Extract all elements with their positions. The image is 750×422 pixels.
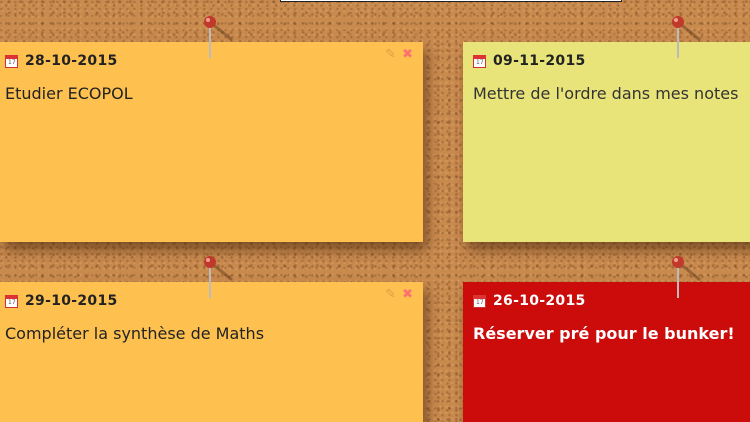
pencil-icon[interactable]: ✎ — [385, 48, 396, 62]
push-pin-icon — [672, 16, 701, 58]
sticky-note[interactable]: 28-10-2015 ✎ ✖ Etudier ECOPOL — [0, 42, 423, 242]
calendar-icon — [5, 54, 18, 68]
sticky-note[interactable]: 29-10-2015 ✎ ✖ Compléter la synthèse de … — [0, 282, 423, 422]
push-pin-icon — [204, 16, 233, 58]
note-text: Réserver pré pour le bunker! — [473, 324, 735, 343]
note-date-row: 29-10-2015 — [5, 293, 118, 309]
pencil-icon[interactable]: ✎ — [385, 288, 396, 302]
note-date: 26-10-2015 — [493, 293, 586, 309]
top-bar — [280, 0, 622, 2]
note-date-row: 26-10-2015 — [473, 293, 586, 309]
note-actions: ✎ ✖ — [385, 288, 413, 302]
note-date-row: 09-11-2015 — [473, 53, 586, 69]
note-date-row: 28-10-2015 — [5, 53, 118, 69]
note-date: 09-11-2015 — [493, 53, 586, 69]
sticky-note[interactable]: 26-10-2015 Réserver pré pour le bunker! — [463, 282, 750, 422]
sticky-note[interactable]: 09-11-2015 Mettre de l'ordre dans mes no… — [463, 42, 750, 242]
calendar-icon — [473, 294, 486, 308]
note-actions: ✎ ✖ — [385, 48, 413, 62]
note-text: Mettre de l'ordre dans mes notes — [473, 84, 739, 103]
push-pin-icon — [672, 256, 701, 298]
close-icon[interactable]: ✖ — [402, 48, 413, 62]
calendar-icon — [473, 54, 486, 68]
push-pin-icon — [204, 256, 233, 298]
note-text: Etudier ECOPOL — [5, 84, 133, 103]
note-date: 28-10-2015 — [25, 53, 118, 69]
note-date: 29-10-2015 — [25, 293, 118, 309]
close-icon[interactable]: ✖ — [402, 288, 413, 302]
note-text: Compléter la synthèse de Maths — [5, 324, 265, 343]
calendar-icon — [5, 294, 18, 308]
